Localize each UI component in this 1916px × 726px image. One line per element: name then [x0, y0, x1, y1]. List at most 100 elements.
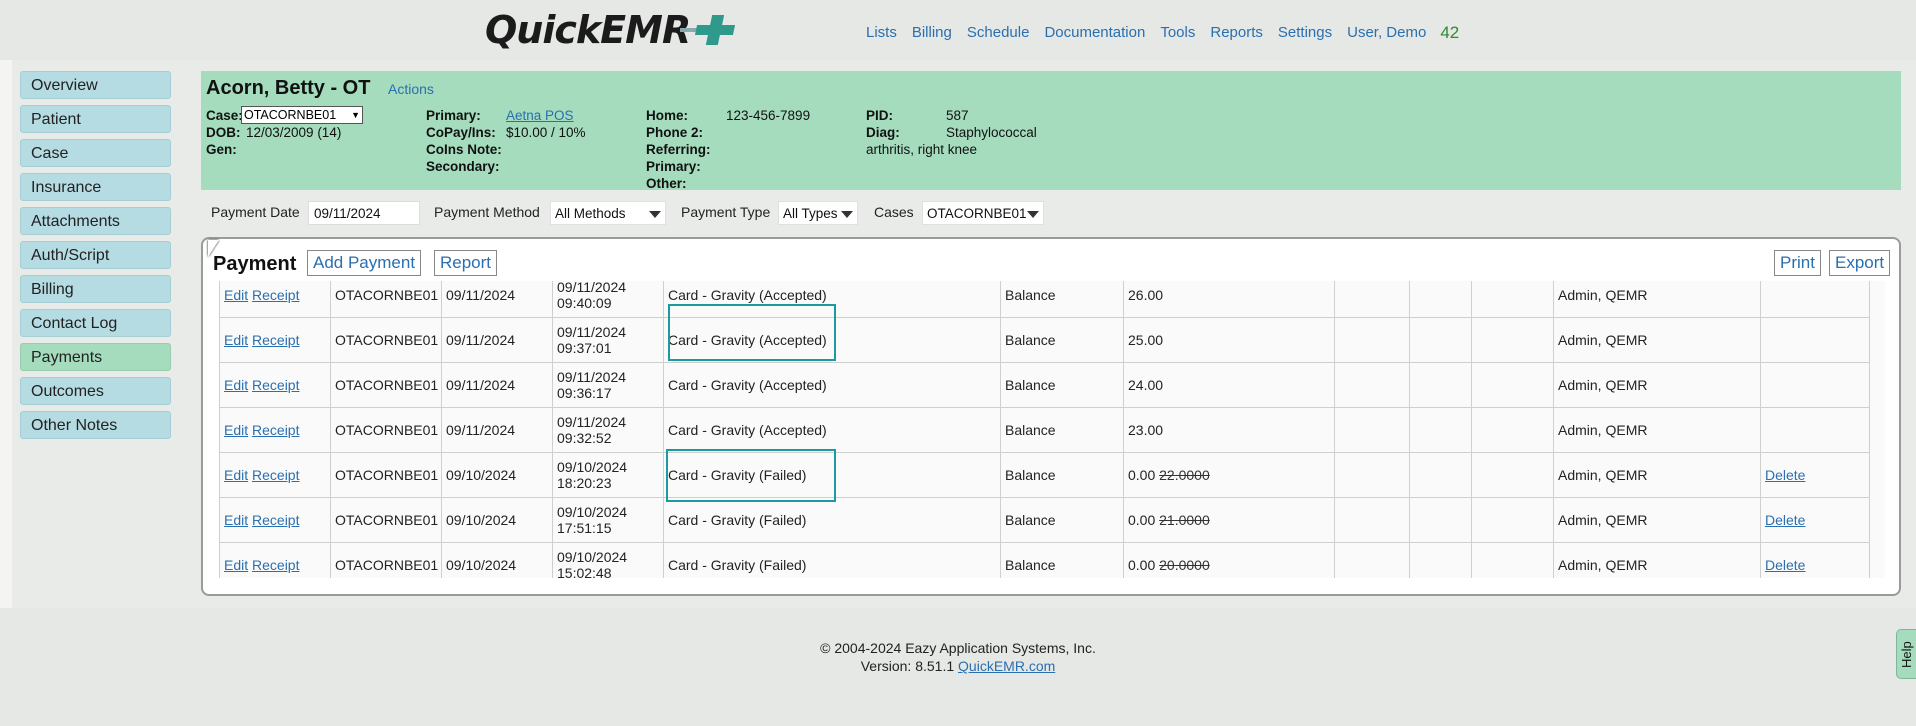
- quickemr-link[interactable]: QuickEMR.com: [958, 658, 1055, 674]
- nav-settings[interactable]: Settings: [1278, 24, 1332, 43]
- actions-link[interactable]: Actions: [388, 81, 434, 97]
- empty-cell: [1334, 407, 1410, 453]
- receipt-link[interactable]: Receipt: [252, 557, 299, 573]
- nav-tools[interactable]: Tools: [1160, 24, 1195, 43]
- empty-cell: [1409, 362, 1472, 408]
- nav-billing[interactable]: Billing: [912, 24, 952, 43]
- nav-documentation[interactable]: Documentation: [1044, 24, 1145, 43]
- referring-label: Referring:: [646, 142, 711, 157]
- help-tab[interactable]: Help: [1896, 629, 1916, 679]
- receipt-link[interactable]: Receipt: [252, 287, 299, 303]
- entered-time: 09:36:17: [557, 385, 612, 401]
- entered-time: 09:32:52: [557, 430, 612, 446]
- print-button[interactable]: Print: [1774, 250, 1821, 276]
- entered-time: 17:51:15: [557, 520, 612, 536]
- entered-date: 09/11/2024: [557, 414, 627, 430]
- method-cell: Card - Gravity (Accepted): [663, 317, 1001, 363]
- empty-cell: [1409, 407, 1472, 453]
- report-button[interactable]: Report: [434, 250, 498, 276]
- pid-value: 587: [946, 108, 969, 123]
- amount-cell: 0.00 22.0000: [1123, 452, 1335, 498]
- type-cell: Balance: [1000, 542, 1124, 578]
- receipt-link[interactable]: Receipt: [252, 512, 299, 528]
- top-nav: Lists Billing Schedule Documentation Too…: [866, 23, 1459, 43]
- receipt-link[interactable]: Receipt: [252, 377, 299, 393]
- notification-count[interactable]: 42: [1440, 23, 1459, 43]
- edit-link[interactable]: Edit: [224, 332, 248, 348]
- cases-value: OTACORNBE01: [927, 206, 1027, 221]
- receipt-link[interactable]: Receipt: [252, 332, 299, 348]
- empty-cell: [1471, 452, 1554, 498]
- sidebar: Overview Patient Case Insurance Attachme…: [20, 71, 172, 445]
- empty-cell: [1334, 281, 1410, 318]
- receipt-link[interactable]: Receipt: [252, 422, 299, 438]
- empty-cell: [1334, 452, 1410, 498]
- original-amount: 22.0000: [1159, 467, 1210, 483]
- edit-link[interactable]: Edit: [224, 467, 248, 483]
- nav-user[interactable]: User, Demo: [1347, 24, 1426, 43]
- secondary-ins-label: Secondary:: [426, 159, 500, 174]
- sidebar-item-auth-script[interactable]: Auth/Script: [20, 241, 171, 269]
- user-cell: Admin, QEMR: [1553, 497, 1761, 543]
- sidebar-item-attachments[interactable]: Attachments: [20, 207, 171, 235]
- case-select[interactable]: OTACORNBE01 ▼: [241, 106, 363, 124]
- user-cell: Admin, QEMR: [1553, 542, 1761, 578]
- payment-type-select[interactable]: All Types: [778, 201, 858, 225]
- home-phone-value: 123-456-7899: [726, 108, 811, 123]
- version-text: Version: 8.51.1 QuickEMR.com: [0, 658, 1916, 674]
- case-cell: OTACORNBE01: [330, 281, 442, 318]
- sidebar-item-contact-log[interactable]: Contact Log: [20, 309, 171, 337]
- empty-cell: [1409, 542, 1472, 578]
- delete-link[interactable]: Delete: [1765, 557, 1805, 573]
- entered-datetime-cell: 09/10/2024 17:51:15: [552, 497, 664, 543]
- nav-schedule[interactable]: Schedule: [967, 24, 1030, 43]
- chevron-down-icon: [1027, 211, 1039, 218]
- edit-link[interactable]: Edit: [224, 512, 248, 528]
- sidebar-item-insurance[interactable]: Insurance: [20, 173, 171, 201]
- nav-reports[interactable]: Reports: [1210, 24, 1263, 43]
- delete-cell: Delete: [1760, 542, 1870, 578]
- cases-select[interactable]: OTACORNBE01: [922, 201, 1044, 225]
- empty-cell: [1409, 317, 1472, 363]
- sidebar-item-billing[interactable]: Billing: [20, 275, 171, 303]
- payment-date-input[interactable]: 09/11/2024: [308, 201, 420, 225]
- entered-date: 09/10/2024: [557, 549, 628, 565]
- cases-label: Cases: [874, 204, 914, 220]
- edit-link[interactable]: Edit: [224, 377, 248, 393]
- nav-lists[interactable]: Lists: [866, 24, 897, 43]
- sidebar-item-payments[interactable]: Payments: [20, 343, 171, 371]
- table-row: Edit Receipt OTACORNBE01 09/11/2024 09/11/2…: [219, 317, 1870, 363]
- sidebar-item-case[interactable]: Case: [20, 139, 171, 167]
- edit-link[interactable]: Edit: [224, 557, 248, 573]
- edit-link[interactable]: Edit: [224, 422, 248, 438]
- payment-method-select[interactable]: All Methods: [550, 201, 666, 225]
- add-payment-button[interactable]: Add Payment: [307, 250, 422, 276]
- table-row: Edit Receipt OTACORNBE01 09/10/2024 09/10/2…: [219, 452, 1870, 498]
- export-button[interactable]: Export: [1829, 250, 1891, 276]
- delete-link[interactable]: Delete: [1765, 467, 1805, 483]
- amount-value: 24.00: [1128, 377, 1164, 393]
- entered-date: 09/10/2024: [557, 504, 628, 520]
- sidebar-item-overview[interactable]: Overview: [20, 71, 171, 99]
- delete-cell: [1760, 317, 1870, 363]
- sidebar-item-other-notes[interactable]: Other Notes: [20, 411, 171, 439]
- empty-cell: [1409, 281, 1472, 318]
- phone2-label: Phone 2:: [646, 125, 704, 140]
- user-cell: Admin, QEMR: [1553, 362, 1761, 408]
- primary-physician-label: Primary:: [646, 159, 701, 174]
- primary-ins-link[interactable]: Aetna POS: [506, 108, 574, 123]
- quickemr-logo[interactable]: QuickEMR: [485, 6, 736, 54]
- user-cell: Admin, QEMR: [1553, 317, 1761, 363]
- sidebar-item-outcomes[interactable]: Outcomes: [20, 377, 171, 405]
- sidebar-item-patient[interactable]: Patient: [20, 105, 171, 133]
- gen-label: Gen:: [206, 142, 237, 157]
- delete-link[interactable]: Delete: [1765, 512, 1805, 528]
- payment-table-viewport[interactable]: Edit Receipt OTACORNBE01 09/11/2024 09/11/2…: [219, 281, 1885, 578]
- amount-cell: 23.00: [1123, 407, 1335, 453]
- receipt-link[interactable]: Receipt: [252, 467, 299, 483]
- case-cell: OTACORNBE01: [330, 542, 442, 578]
- table-row: Edit Receipt OTACORNBE01 09/10/2024 09/10/2…: [219, 497, 1870, 543]
- entered-datetime-cell: 09/11/2024 09:32:52: [552, 407, 664, 453]
- edit-link[interactable]: Edit: [224, 287, 248, 303]
- empty-cell: [1471, 281, 1554, 318]
